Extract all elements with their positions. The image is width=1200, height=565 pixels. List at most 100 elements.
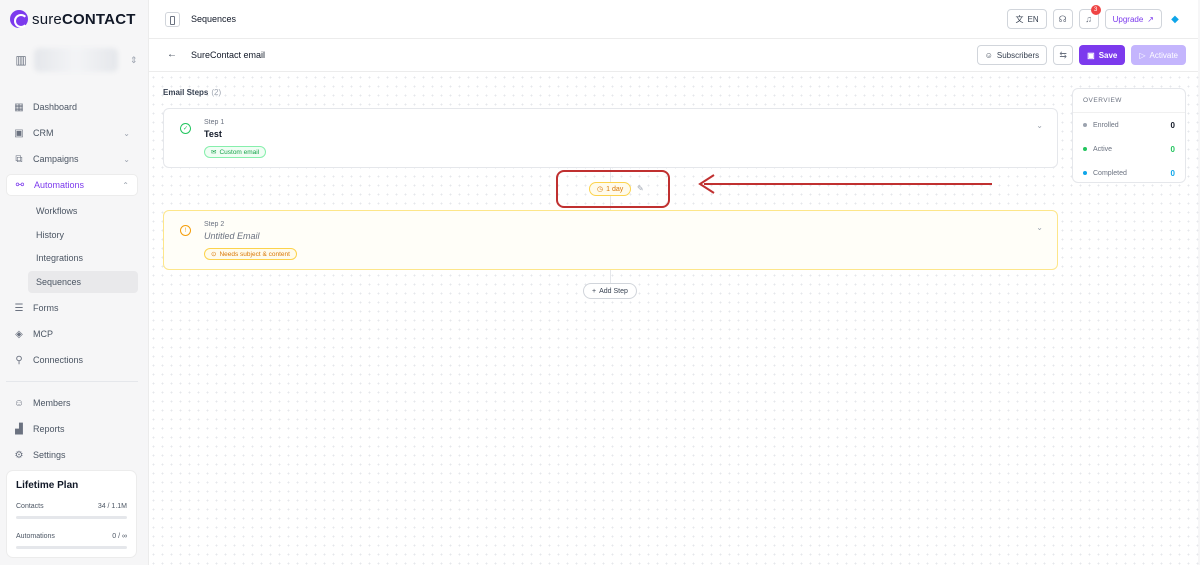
topbar-actions: 文 EN ☊ ♫ 3 Upgrade ↗ ◆: [1007, 5, 1182, 29]
logo-text-contact: CONTACT: [61, 10, 136, 28]
sidebar-item-members[interactable]: ☺ Members: [6, 392, 138, 414]
sidebar-item-settings[interactable]: ⚙ Settings: [6, 444, 138, 466]
mcp-icon: ◈: [15, 328, 23, 340]
status-dot: [1083, 171, 1087, 175]
translate-icon: 文: [1015, 14, 1024, 24]
plan-automations-row: Automations 0 / ∞: [16, 533, 127, 540]
step-number: Step 1: [204, 119, 225, 126]
sidebar-item-mcp[interactable]: ◈ MCP: [6, 323, 138, 345]
plan-contacts-row: Contacts 34 / 1.1M: [16, 503, 127, 510]
overview-value: 0: [1170, 168, 1175, 178]
plan-title: Lifetime Plan: [16, 480, 79, 491]
back-arrow-icon[interactable]: ←: [167, 49, 177, 60]
sidebar-item-label: Campaigns: [33, 154, 79, 164]
language-button[interactable]: 文 EN: [1007, 9, 1047, 29]
step-tag-label: Needs subject & content: [219, 250, 290, 258]
sidebar-subitem-workflows[interactable]: Workflows: [28, 200, 138, 222]
email-steps-count: (2): [211, 88, 222, 97]
email-steps-heading: Email Steps (2): [163, 88, 221, 97]
overview-label: Enrolled: [1093, 121, 1119, 129]
save-icon: ▣: [1087, 50, 1095, 60]
play-icon: ▷: [1139, 50, 1146, 60]
crm-icon: ▣: [14, 127, 24, 139]
activate-button[interactable]: ▷ Activate: [1131, 45, 1186, 65]
sidebar-item-label: MCP: [33, 329, 53, 340]
logo-text-sure: sure: [32, 10, 62, 28]
add-step-button[interactable]: + Add Step: [583, 283, 637, 299]
sidebar: sureCONTACT ▥ ⇕ ▦ Dashboard ▣ CRM ⌄ ⧉ Ca…: [0, 0, 146, 565]
forms-icon: ☰: [14, 302, 24, 314]
members-icon: ☺: [13, 397, 25, 409]
save-label: Save: [1098, 50, 1118, 60]
sequence-actions: ☺ Subscribers ⇆ ▣ Save ▷ Activate: [976, 45, 1186, 65]
sidebar-item-label: CRM: [33, 128, 54, 138]
upgrade-label: Upgrade: [1112, 14, 1144, 24]
plan-contacts-label: Contacts: [16, 503, 44, 510]
email-steps-title: Email Steps: [163, 88, 209, 97]
plan-automations-bar: [16, 546, 127, 549]
step-tag-label: Custom email: [219, 148, 260, 156]
upgrade-button[interactable]: Upgrade ↗: [1104, 9, 1162, 29]
step-connector: [610, 270, 611, 283]
support-button[interactable]: ☊: [1052, 9, 1073, 29]
plan-card: Lifetime Plan Contacts 34 / 1.1M Automat…: [6, 470, 137, 558]
chevron-down-icon[interactable]: ⌄: [1036, 223, 1043, 232]
clock-icon: !: [180, 225, 191, 236]
notifications-button[interactable]: ♫ 3: [1078, 5, 1101, 29]
check-circle-icon: ✓: [180, 123, 191, 134]
plan-contacts-bar: [16, 516, 127, 519]
sidebar-item-reports[interactable]: ▟ Reports: [6, 418, 138, 440]
sidebar-subitem-sequences[interactable]: Sequences: [28, 271, 138, 294]
sidebar-item-campaigns[interactable]: ⧉ Campaigns ⌄: [6, 148, 138, 170]
chevron-up-icon: ⌃: [122, 180, 129, 190]
annotation-highlight-box: [556, 170, 670, 208]
workspace-switcher[interactable]: ▥ ⇕: [10, 42, 138, 78]
sidebar-subitem-history[interactable]: History: [28, 224, 138, 246]
step-card-1[interactable]: ✓ Step 1 Test ✉ Custom email ⌄: [163, 108, 1058, 168]
status-dot: [1083, 123, 1087, 127]
save-button[interactable]: ▣ Save: [1079, 45, 1126, 65]
chevron-down-icon: ⌄: [123, 128, 130, 138]
workspace-name-blurred: [34, 48, 118, 72]
status-dot: [1083, 147, 1087, 151]
campaigns-icon: ⧉: [15, 153, 23, 165]
sequence-header: ← SureContact email ☺ Subscribers ⇆ ▣ Sa…: [149, 39, 1198, 72]
overview-row-active: Active 0: [1073, 137, 1185, 161]
building-icon: ▥: [15, 53, 27, 67]
sidebar-item-crm[interactable]: ▣ CRM ⌄: [6, 122, 138, 144]
chevron-updown-icon: ⇕: [130, 54, 138, 65]
logo[interactable]: sureCONTACT: [10, 10, 136, 28]
headset-icon: ☊: [1058, 13, 1067, 24]
surecontact-logo-icon: [10, 10, 28, 28]
overview-card: OVERVIEW Enrolled 0 Active 0 Completed 0: [1072, 88, 1186, 183]
overview-title: OVERVIEW: [1073, 89, 1185, 113]
topbar: Sequences 文 EN ☊ ♫ 3 Upgrade ↗ ◆: [149, 0, 1198, 39]
sidebar-item-forms[interactable]: ☰ Forms: [6, 297, 138, 319]
step-card-2[interactable]: ! Step 2 Untitled Email ⊙ Needs subject …: [163, 210, 1058, 270]
plan-automations-value: 0 / ∞: [112, 533, 127, 540]
settings-icon: ⚙: [14, 449, 24, 461]
chevron-down-icon: ⌄: [123, 154, 130, 164]
sidebar-item-automations[interactable]: ⚯ Automations ⌃: [6, 174, 138, 196]
sidebar-item-label: Forms: [33, 303, 59, 314]
settings-sliders-button[interactable]: ⇆: [1053, 45, 1074, 65]
annotation-arrow: [698, 174, 992, 194]
chevron-down-icon[interactable]: ⌄: [1036, 121, 1043, 130]
step-tag: ✉ Custom email: [204, 146, 267, 158]
step-tag: ⊙ Needs subject & content: [204, 248, 297, 260]
subscribers-button[interactable]: ☺ Subscribers: [976, 45, 1048, 65]
overview-label: Active: [1093, 145, 1113, 153]
add-step-label: Add Step: [599, 287, 628, 295]
sidebar-item-label: Settings: [33, 450, 66, 461]
sliders-icon: ⇆: [1059, 49, 1067, 60]
sidebar-item-dashboard[interactable]: ▦ Dashboard: [6, 96, 138, 118]
subscribers-label: Subscribers: [996, 50, 1040, 60]
brand-badge-icon[interactable]: ◆: [1168, 12, 1182, 26]
plus-icon: +: [592, 287, 597, 295]
language-label: EN: [1027, 14, 1039, 24]
sidebar-item-connections[interactable]: ⚲ Connections: [6, 349, 138, 371]
notification-badge: 3: [1090, 5, 1101, 15]
sidebar-toggle-icon[interactable]: [165, 12, 180, 27]
mail-icon: ✉: [211, 149, 217, 156]
sidebar-subitem-integrations[interactable]: Integrations: [28, 247, 138, 269]
